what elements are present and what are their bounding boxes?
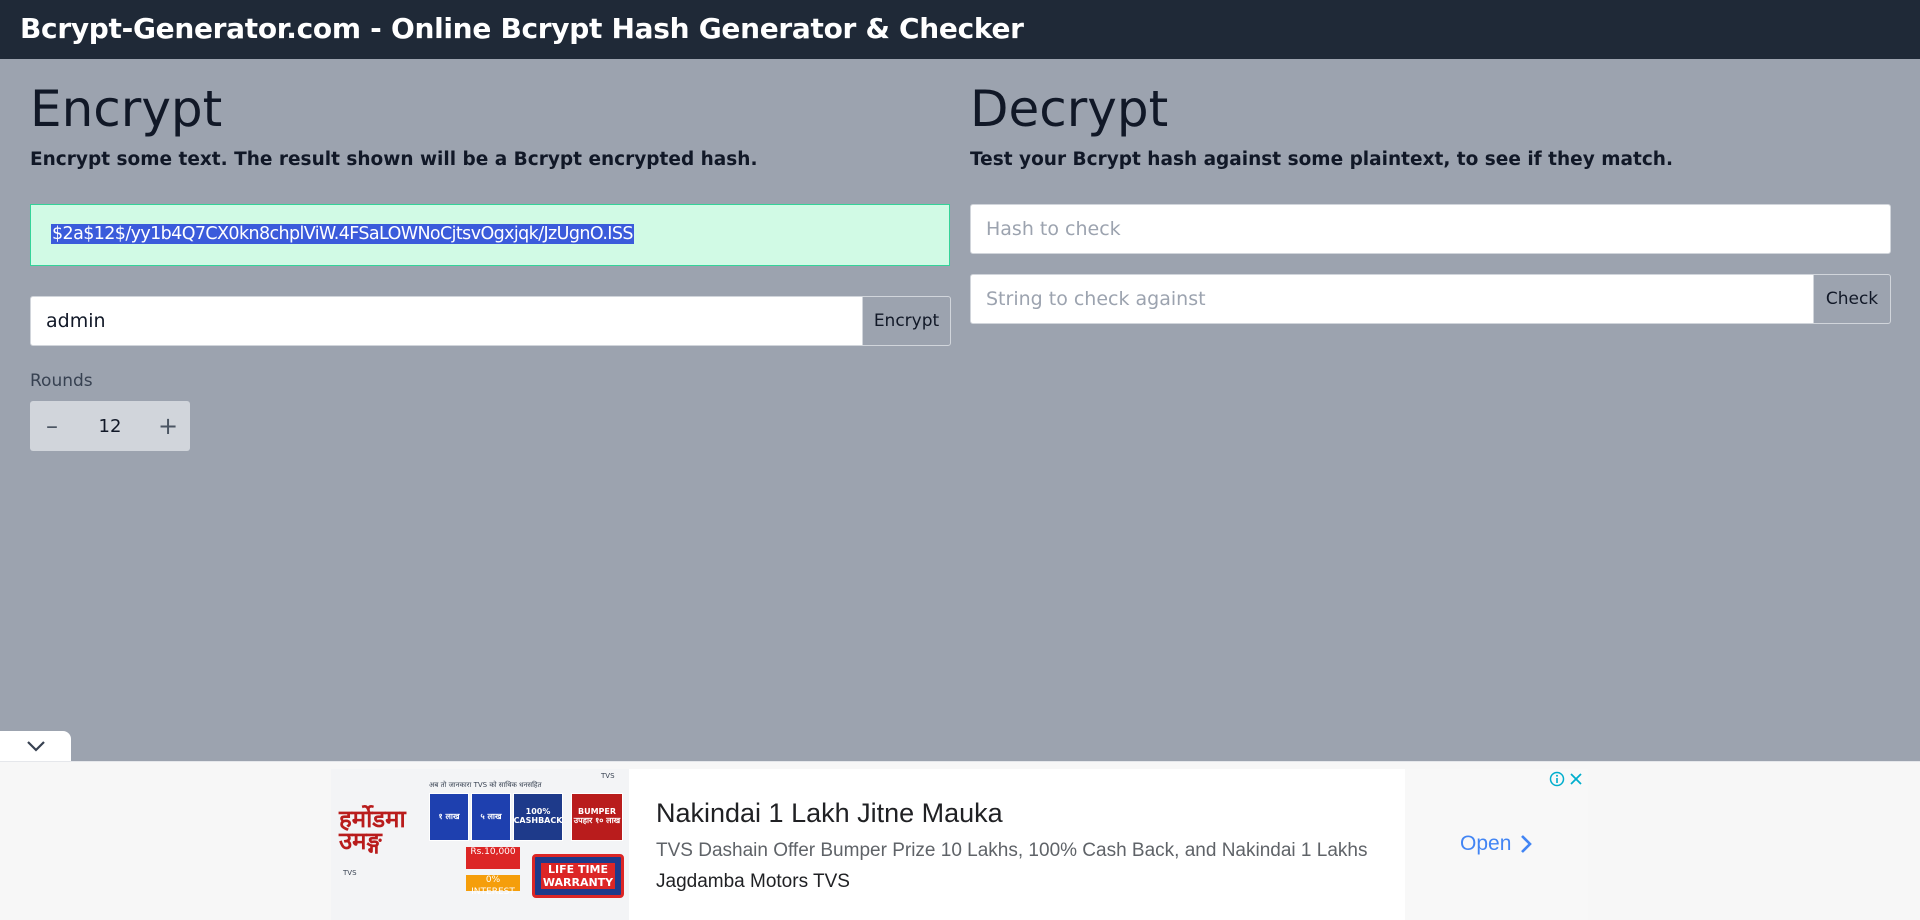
encrypt-input-wrapper [30, 296, 863, 346]
rounds-value[interactable]: 12 [74, 401, 146, 451]
ad-interest: 0% INTEREST [466, 875, 520, 897]
hash-check-input[interactable] [971, 205, 1890, 253]
ad-image[interactable]: अब तो जानकारा TVS को साथिक धनसहित TVS १ … [331, 769, 629, 920]
ad-open-label: Open [1460, 832, 1512, 855]
rounds-increment-button[interactable]: + [146, 401, 190, 451]
ad-warranty-text: LIFE TIME WARRANTY [541, 863, 615, 890]
encrypt-button[interactable]: Encrypt [862, 296, 951, 346]
rounds-label: Rounds [30, 371, 93, 391]
ad-tile-2: ५ लाख [471, 793, 511, 841]
ad-title[interactable]: Nakindai 1 Lakh Jitne Mauka [656, 798, 1003, 829]
chevron-down-icon [26, 741, 45, 752]
encrypt-description: Encrypt some text. The result shown will… [30, 149, 758, 170]
rounds-stepper: – 12 + [30, 401, 190, 451]
ad-tile-1: १ लाख [429, 793, 469, 841]
ad-tile-3: 100% CASHBACK [513, 793, 563, 841]
rounds-decrement-button[interactable]: – [30, 401, 74, 451]
hash-result-text[interactable]: $2a$12$/yy1b4Q7CX0kn8chplViW.4FSaLOWNoCj… [51, 224, 634, 244]
encrypt-title: Encrypt [30, 80, 223, 138]
encrypt-text-input[interactable] [31, 297, 862, 345]
string-check-wrapper [970, 274, 1814, 324]
check-button[interactable]: Check [1813, 274, 1891, 324]
ad-brand: TVS [343, 869, 357, 877]
info-icon[interactable] [1549, 771, 1565, 787]
ad-collapse-tab[interactable] [0, 731, 71, 761]
ad-choices [1549, 771, 1583, 787]
decrypt-description: Test your Bcrypt hash against some plain… [970, 149, 1673, 170]
close-icon[interactable] [1569, 772, 1583, 786]
site-title: Bcrypt-Generator.com - Online Bcrypt Has… [20, 12, 1024, 45]
ad-tile-4: BUMPER उपहार १० लाख [571, 793, 623, 841]
ad-offer: Rs.10,000 [466, 847, 520, 869]
string-check-input[interactable] [971, 275, 1813, 323]
ad-headline: हर्मोडमा उमङ्ग [339, 805, 406, 855]
hash-result-box[interactable]: $2a$12$/yy1b4Q7CX0kn8chplViW.4FSaLOWNoCj… [30, 204, 950, 266]
decrypt-title: Decrypt [970, 80, 1169, 138]
hash-check-wrapper [970, 204, 1891, 254]
ad-advertiser: Jagdamba Motors TVS [656, 871, 850, 892]
ad-warranty-badge: LIFE TIME WARRANTY [532, 854, 624, 898]
top-header: Bcrypt-Generator.com - Online Bcrypt Has… [0, 0, 1920, 59]
ad-description: TVS Dashain Offer Bumper Prize 10 Lakhs,… [656, 840, 1368, 861]
chevron-right-icon [1521, 835, 1533, 853]
ad-open-button[interactable]: Open [1460, 832, 1533, 856]
